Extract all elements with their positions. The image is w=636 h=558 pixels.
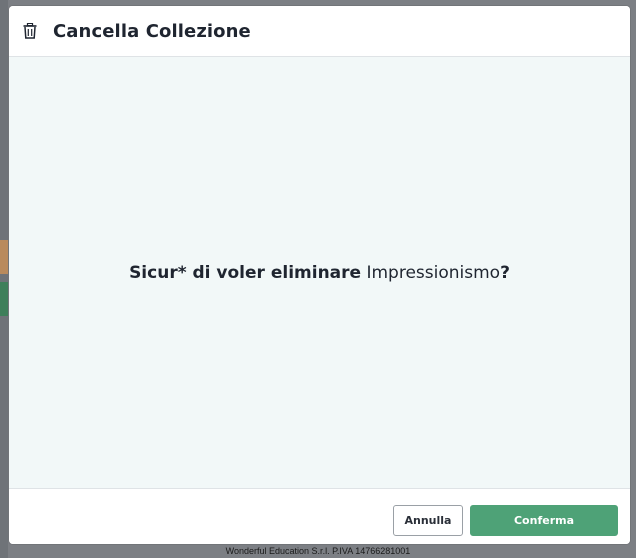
delete-collection-dialog: Cancella Collezione Sicur* di voler elim… [9,6,630,544]
collection-name: Impressionismo [366,262,501,283]
backdrop-element [0,282,8,316]
trash-icon [23,23,37,39]
confirmation-prefix: Sicur* di voler eliminare [129,262,362,283]
dialog-title: Cancella Collezione [53,20,251,42]
backdrop [0,0,8,558]
dialog-header: Cancella Collezione [9,6,630,57]
dialog-footer: Annulla Conferma [9,488,630,544]
confirmation-suffix: ? [500,262,510,283]
company-credit: Wonderful Education S.r.l. P.IVA 1476628… [225,546,411,556]
cancel-button[interactable]: Annulla [393,505,463,536]
confirm-button[interactable]: Conferma [470,505,618,536]
backdrop-element [0,240,8,274]
dialog-body: Sicur* di voler eliminare Impressionismo… [9,57,630,488]
confirmation-message: Sicur* di voler eliminare Impressionismo… [129,263,510,283]
